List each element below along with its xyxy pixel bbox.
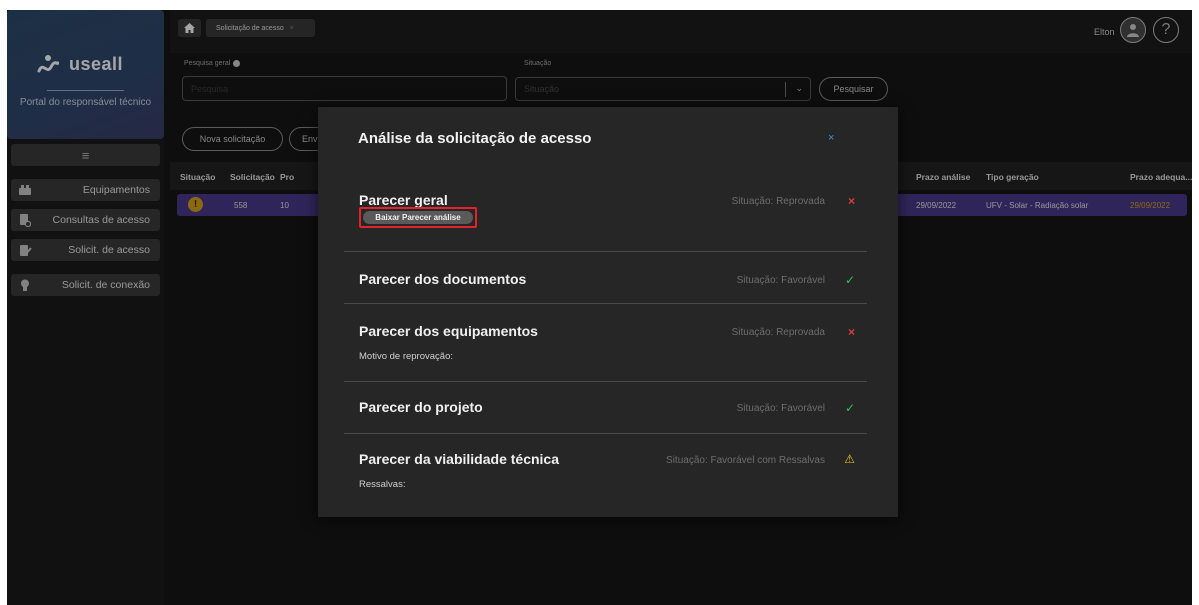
section-parecer-documentos: Parecer dos documentos Situação: Favoráv…: [344, 252, 867, 304]
section-parecer-viabilidade: Parecer da viabilidade técnica Situação:…: [344, 434, 867, 514]
section-status: Situação: Reprovada: [731, 196, 825, 207]
modal-title: Análise da solicitação de acesso: [358, 130, 592, 147]
section-status: Situação: Reprovada: [731, 327, 825, 338]
section-parecer-equipamentos: Parecer dos equipamentos Situação: Repro…: [344, 304, 867, 382]
app-frame: useall Portal do responsável técnico ≡ E…: [7, 10, 1192, 605]
download-parecer-button[interactable]: Baixar Parecer análise: [359, 207, 477, 228]
section-status: Situação: Favorável: [736, 403, 825, 414]
ressalvas-warning-icon: ⚠: [844, 452, 855, 466]
reprovada-x-icon: ×: [847, 325, 855, 339]
analysis-modal: Análise da solicitação de acesso × Parec…: [318, 107, 898, 517]
reprovada-x-icon: ×: [847, 194, 855, 208]
section-title: Parecer geral: [359, 192, 448, 208]
section-title: Parecer dos equipamentos: [359, 323, 538, 339]
section-title: Parecer do projeto: [359, 399, 483, 415]
section-subtext: Motivo de reprovação:: [359, 351, 453, 362]
section-status: Situação: Favorável com Ressalvas: [666, 455, 825, 466]
section-title: Parecer dos documentos: [359, 271, 527, 287]
close-icon[interactable]: ×: [828, 132, 834, 144]
favoravel-check-icon: ✓: [844, 401, 855, 415]
section-title: Parecer da viabilidade técnica: [359, 451, 559, 467]
section-parecer-projeto: Parecer do projeto Situação: Favorável ✓: [344, 382, 867, 434]
section-subtext: Ressalvas:: [359, 479, 406, 490]
favoravel-check-icon: ✓: [844, 273, 855, 287]
download-button-label: Baixar Parecer análise: [363, 211, 473, 224]
section-status: Situação: Favorável: [736, 275, 825, 286]
section-parecer-geral: Parecer geral Situação: Reprovada × Baix…: [344, 182, 867, 252]
